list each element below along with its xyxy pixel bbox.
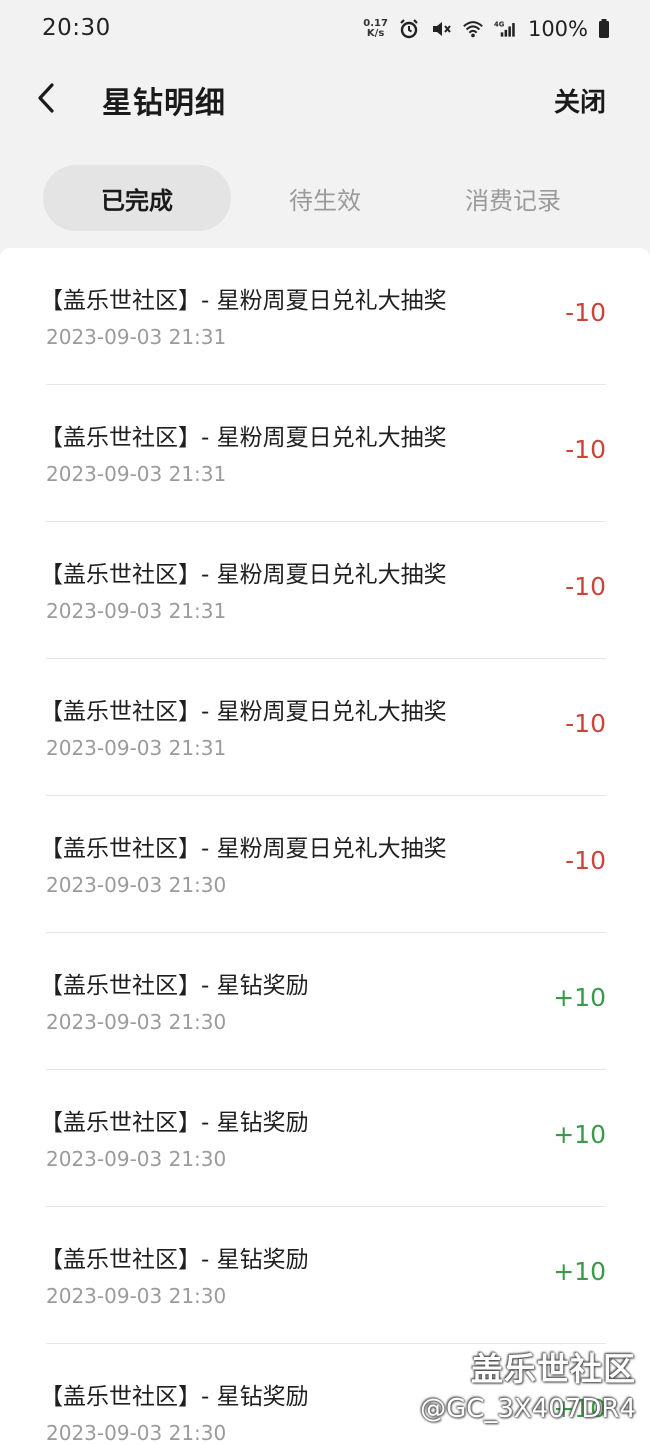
record-list: 【盖乐世社区】- 星粉周夏日兑礼大抽奖 2023-09-03 21:31 -10 【盖… — [0, 248, 650, 1444]
list-item[interactable]: 【盖乐世社区】- 星钻奖励 2023-09-03 21:30 +10 — [0, 1070, 650, 1207]
header: 星钻明细 关闭 — [0, 58, 650, 148]
back-button[interactable] — [26, 78, 66, 118]
record-time: 2023-09-03 21:30 — [46, 1147, 227, 1171]
record-title: 【盖乐世社区】- 星钻奖励 — [40, 1110, 309, 1136]
status-bar: 20:30 0.17 K/s 4G 100% — [0, 0, 650, 58]
battery-percent: 100% — [527, 17, 588, 41]
record-amount: -10 — [565, 435, 606, 464]
signal-4g-icon: 4G — [494, 18, 516, 40]
page-title: 星钻明细 — [102, 86, 226, 121]
record-amount: +10 — [553, 1257, 606, 1286]
record-title: 【盖乐世社区】- 星钻奖励 — [40, 1384, 309, 1410]
network-speed: 0.17 K/s — [363, 19, 388, 39]
record-time: 2023-09-03 21:30 — [46, 1421, 227, 1444]
tab-spending-records[interactable]: 消费记录 — [419, 165, 607, 231]
wifi-icon — [462, 18, 484, 40]
record-amount: +10 — [553, 983, 606, 1012]
close-button[interactable]: 关闭 — [554, 82, 606, 119]
tab-bar: 已完成 待生效 消费记录 — [0, 165, 650, 231]
record-amount: -10 — [565, 846, 606, 875]
chevron-left-icon — [38, 83, 54, 113]
record-time: 2023-09-03 21:31 — [46, 325, 227, 349]
list-item[interactable]: 【盖乐世社区】- 星粉周夏日兑礼大抽奖 2023-09-03 21:31 -10 — [0, 659, 650, 796]
list-item[interactable]: 【盖乐世社区】- 星粉周夏日兑礼大抽奖 2023-09-03 21:31 -10 — [0, 385, 650, 522]
record-amount: -10 — [565, 572, 606, 601]
record-time: 2023-09-03 21:31 — [46, 462, 227, 486]
record-title: 【盖乐世社区】- 星粉周夏日兑礼大抽奖 — [40, 836, 447, 862]
screen: 20:30 0.17 K/s 4G 100% 星钻明细 关闭 已完成 待生效 消… — [0, 0, 650, 1444]
alarm-icon — [398, 18, 420, 40]
record-amount: +10 — [553, 1394, 606, 1423]
list-item[interactable]: 【盖乐世社区】- 星粉周夏日兑礼大抽奖 2023-09-03 21:30 -10 — [0, 796, 650, 933]
record-title: 【盖乐世社区】- 星粉周夏日兑礼大抽奖 — [40, 288, 447, 314]
record-amount: +10 — [553, 1120, 606, 1149]
record-title: 【盖乐世社区】- 星粉周夏日兑礼大抽奖 — [40, 425, 447, 451]
record-title: 【盖乐世社区】- 星钻奖励 — [40, 1247, 309, 1273]
battery-icon — [598, 18, 610, 40]
record-title: 【盖乐世社区】- 星粉周夏日兑礼大抽奖 — [40, 699, 447, 725]
status-icons: 0.17 K/s 4G 100% — [363, 14, 610, 44]
record-time: 2023-09-03 21:30 — [46, 873, 227, 897]
record-title: 【盖乐世社区】- 星粉周夏日兑礼大抽奖 — [40, 562, 447, 588]
record-time: 2023-09-03 21:31 — [46, 599, 227, 623]
tab-completed[interactable]: 已完成 — [43, 165, 231, 231]
tab-pending[interactable]: 待生效 — [231, 165, 419, 231]
list-item[interactable]: 【盖乐世社区】- 星粉周夏日兑礼大抽奖 2023-09-03 21:31 -10 — [0, 522, 650, 659]
list-item[interactable]: 【盖乐世社区】- 星钻奖励 2023-09-03 21:30 +10 — [0, 1207, 650, 1344]
record-amount: -10 — [565, 298, 606, 327]
record-time: 2023-09-03 21:31 — [46, 736, 227, 760]
list-item[interactable]: 【盖乐世社区】- 星粉周夏日兑礼大抽奖 2023-09-03 21:31 -10 — [0, 248, 650, 385]
mute-icon — [430, 18, 452, 40]
network-speed-unit: K/s — [366, 28, 385, 39]
record-time: 2023-09-03 21:30 — [46, 1010, 227, 1034]
list-item[interactable]: 【盖乐世社区】- 星钻奖励 2023-09-03 21:30 +10 — [0, 1344, 650, 1444]
list-item[interactable]: 【盖乐世社区】- 星钻奖励 2023-09-03 21:30 +10 — [0, 933, 650, 1070]
record-title: 【盖乐世社区】- 星钻奖励 — [40, 973, 309, 999]
status-time: 20:30 — [42, 15, 111, 41]
record-time: 2023-09-03 21:30 — [46, 1284, 227, 1308]
svg-text:4G: 4G — [494, 20, 505, 28]
record-amount: -10 — [565, 709, 606, 738]
